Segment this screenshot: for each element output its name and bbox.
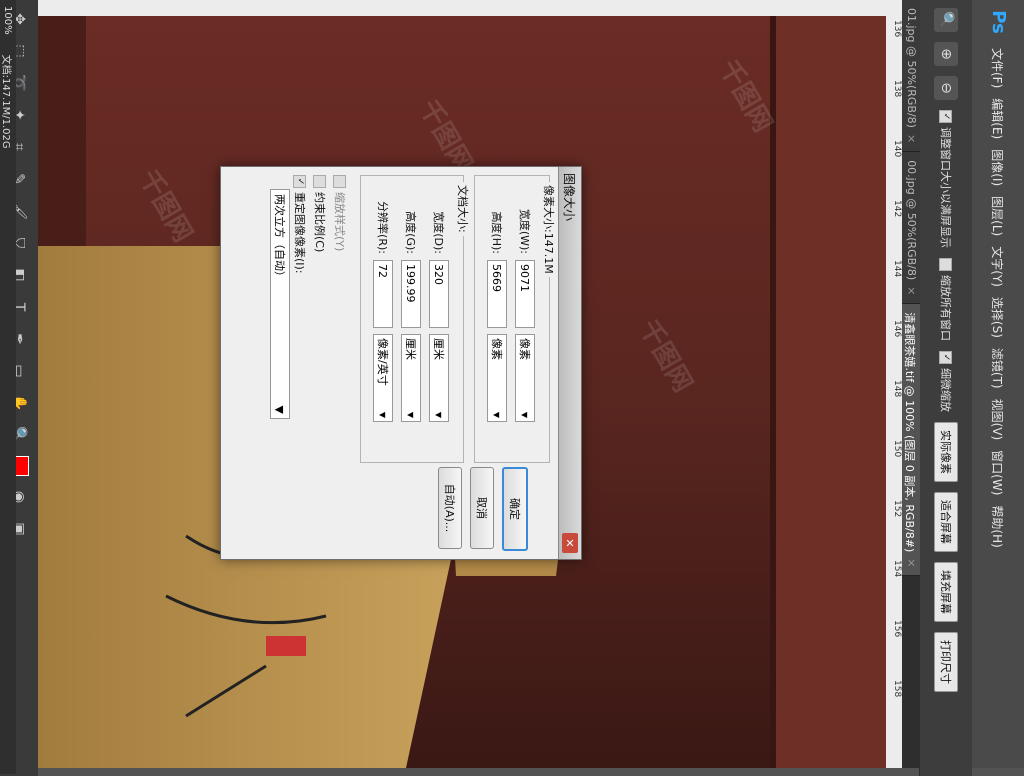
ok-button[interactable]: 确定	[502, 467, 528, 551]
scale-styles-checkbox[interactable]: 缩放样式(Y)	[330, 175, 350, 551]
tab-doc-3[interactable]: 清鑫眼茶嬉.tif @ 100% (图层 0 副本, RGB/8#) ×	[902, 304, 920, 577]
photoshop-logo: Ps	[988, 10, 1009, 34]
pixel-width-unit-select[interactable]: 像素 ▼	[515, 334, 535, 422]
scrubby-zoom-option[interactable]: ✓ 细微缩放	[938, 351, 954, 412]
resample-checkbox[interactable]: ✓ 重定图像像素(I):	[290, 175, 310, 551]
ruler-tick: 142	[892, 200, 902, 218]
menu-help[interactable]: 帮助(H)	[990, 505, 1007, 547]
menu-window[interactable]: 窗口(W)	[990, 450, 1007, 495]
ruler-tick: 150	[892, 440, 902, 458]
zoom-out-icon[interactable]: ⊖	[934, 76, 958, 100]
zoom-in-icon[interactable]: ⊕	[934, 42, 958, 66]
document-size-group: 文档大小: 宽度(D): 320 厘米 ▼ 高度(G): 199.99 厘米 ▼ 分…	[360, 175, 471, 463]
chevron-down-icon: ▼	[492, 411, 502, 418]
zoom-tool-icon[interactable]: 🔍	[934, 8, 958, 32]
resolution-input[interactable]: 72	[373, 260, 393, 328]
menu-file[interactable]: 文件(F)	[990, 48, 1007, 88]
horizontal-ruler: 136 138 140 142 144 146 148 150 152 154 …	[885, 0, 902, 768]
doc-width-label: 宽度(D):	[432, 211, 445, 254]
tab-doc-1[interactable]: 01.jpg @ 50%(RGB/8) ×	[902, 0, 920, 153]
zoom-all-windows-option[interactable]: 缩放所有窗口	[938, 258, 954, 341]
doc-width-row: 宽度(D): 320 厘米 ▼	[425, 184, 453, 454]
doc-height-row: 高度(G): 199.99 厘米 ▼	[397, 184, 425, 454]
checkbox-icon: ✓	[293, 175, 307, 188]
chevron-down-icon: ▼	[434, 411, 444, 418]
menu-edit[interactable]: 编辑(E)	[990, 98, 1007, 139]
constrain-proportions-checkbox[interactable]: 约束比例(C)	[310, 175, 330, 551]
resolution-row: 分辨率(R): 72 像素/英寸 ▼	[369, 184, 397, 454]
ruler-tick: 138	[892, 80, 902, 98]
image-size-dialog: 图像大小 ✕ 像素大小:147.1M 宽度(W): 9071 像素 ▼ 高度(H)…	[220, 166, 582, 560]
resample-method-select[interactable]: 两次立方（自动） ▼	[270, 189, 290, 419]
width-label: 宽度(W):	[518, 208, 531, 254]
dialog-title: 图像大小	[562, 173, 577, 222]
ruler-tick: 140	[892, 140, 902, 158]
ruler-tick: 154	[892, 560, 902, 578]
document-size: 文档:147.1M/1.02G	[0, 54, 12, 149]
pixel-width-input[interactable]: 9071	[515, 260, 535, 328]
ruler-tick: 136	[892, 20, 902, 38]
chevron-down-icon: ▼	[406, 411, 416, 418]
pixel-height-input[interactable]: 5669	[487, 260, 507, 328]
actual-pixels-button[interactable]: 实际像素	[934, 422, 958, 482]
doc-height-unit-select[interactable]: 厘米 ▼	[401, 334, 421, 422]
status-bar: 100% 文档:147.1M/1.02G	[0, 0, 16, 774]
document-size-label: 文档大小:	[455, 182, 471, 236]
doc-width-unit-select[interactable]: 厘米 ▼	[429, 334, 449, 422]
vertical-ruler	[16, 0, 886, 17]
resolution-label: 分辨率(R):	[376, 201, 389, 254]
menu-items: 文件(F) 编辑(E) 图像(I) 图层(L) 文字(Y) 选择(S) 滤镜(T…	[990, 48, 1007, 548]
pixel-width-row: 宽度(W): 9071 像素 ▼	[511, 184, 539, 454]
pixel-height-unit-select[interactable]: 像素 ▼	[487, 334, 507, 422]
checkbox-icon	[939, 258, 953, 271]
pixel-height-row: 高度(H): 5669 像素 ▼	[483, 184, 511, 454]
close-icon[interactable]: ✕	[562, 533, 578, 553]
close-icon[interactable]: ×	[904, 134, 918, 143]
checkbox-icon: ✓	[939, 351, 953, 364]
ruler-tick: 146	[892, 320, 902, 338]
resize-windows-option[interactable]: ✓ 调整窗口大小以满屏显示	[938, 110, 954, 248]
doc-height-label: 高度(G):	[404, 211, 417, 254]
dialog-titlebar[interactable]: 图像大小 ✕	[558, 167, 581, 559]
zoom-level: 100%	[2, 6, 14, 35]
ruler-tick: 158	[892, 680, 902, 698]
fill-screen-button[interactable]: 填充屏幕	[934, 562, 958, 622]
doc-width-input[interactable]: 320	[429, 260, 449, 328]
dialog-buttons: 确定 取消 自动(A)...	[438, 467, 528, 551]
menu-layer[interactable]: 图层(L)	[990, 196, 1007, 236]
ruler-tick: 156	[892, 620, 902, 638]
ruler-tick: 144	[892, 260, 902, 278]
auto-button[interactable]: 自动(A)...	[438, 467, 462, 549]
ruler-tick: 148	[892, 380, 902, 398]
chevron-down-icon: ▼	[273, 405, 287, 414]
checkbox-icon	[313, 175, 327, 188]
menu-select[interactable]: 选择(S)	[990, 297, 1007, 338]
menu-type[interactable]: 文字(Y)	[990, 246, 1007, 287]
options-bar: 🔍 ⊕ ⊖ ✓ 调整窗口大小以满屏显示 缩放所有窗口 ✓ 细微缩放 实际像素 适合屏…	[919, 0, 972, 776]
chevron-down-icon: ▼	[378, 411, 388, 418]
dialog-body: 像素大小:147.1M 宽度(W): 9071 像素 ▼ 高度(H): 5669 …	[262, 167, 558, 559]
pixel-dimensions-group: 像素大小:147.1M 宽度(W): 9071 像素 ▼ 高度(H): 5669 …	[474, 175, 557, 463]
chevron-down-icon: ▼	[520, 411, 530, 418]
close-icon[interactable]: ×	[904, 558, 918, 567]
close-icon[interactable]: ×	[904, 286, 918, 295]
pixel-dimensions-label: 像素大小:147.1M	[541, 182, 557, 277]
cancel-button[interactable]: 取消	[470, 467, 494, 549]
print-size-button[interactable]: 打印尺寸	[934, 632, 958, 692]
menu-bar: Ps 文件(F) 编辑(E) 图像(I) 图层(L) 文字(Y) 选择(S) 滤…	[971, 0, 1024, 768]
doc-height-input[interactable]: 199.99	[401, 260, 421, 328]
document-tabs: 01.jpg @ 50%(RGB/8) × 00.jpg @ 50%(RGB/8)…	[902, 0, 920, 768]
checkbox-icon: ✓	[939, 110, 953, 123]
resolution-unit-select[interactable]: 像素/英寸 ▼	[373, 334, 393, 422]
ruler-tick: 152	[892, 500, 902, 518]
menu-view[interactable]: 视图(V)	[990, 399, 1007, 441]
fit-screen-button[interactable]: 适合屏幕	[934, 492, 958, 552]
menu-filter[interactable]: 滤镜(T)	[990, 348, 1007, 389]
menu-image[interactable]: 图像(I)	[990, 149, 1007, 186]
tab-doc-2[interactable]: 00.jpg @ 50%(RGB/8) ×	[902, 152, 920, 305]
rotated-screen: Ps 文件(F) 编辑(E) 图像(I) 图层(L) 文字(Y) 选择(S) 滤…	[0, 0, 1024, 776]
checkbox-icon	[333, 175, 347, 188]
height-label: 高度(H):	[490, 211, 503, 254]
